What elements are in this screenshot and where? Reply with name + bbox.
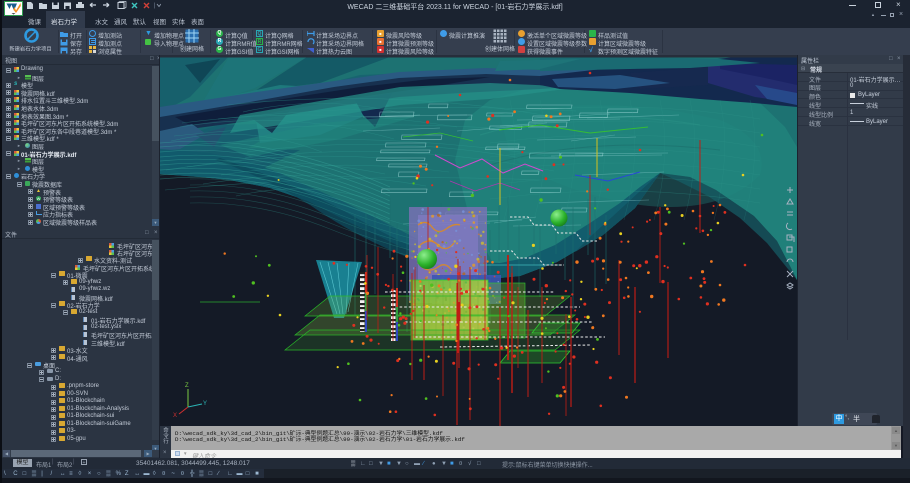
svg-text:Z: Z: [185, 383, 189, 389]
svg-text:X: X: [173, 413, 177, 419]
svg-text:Y: Y: [203, 401, 207, 407]
